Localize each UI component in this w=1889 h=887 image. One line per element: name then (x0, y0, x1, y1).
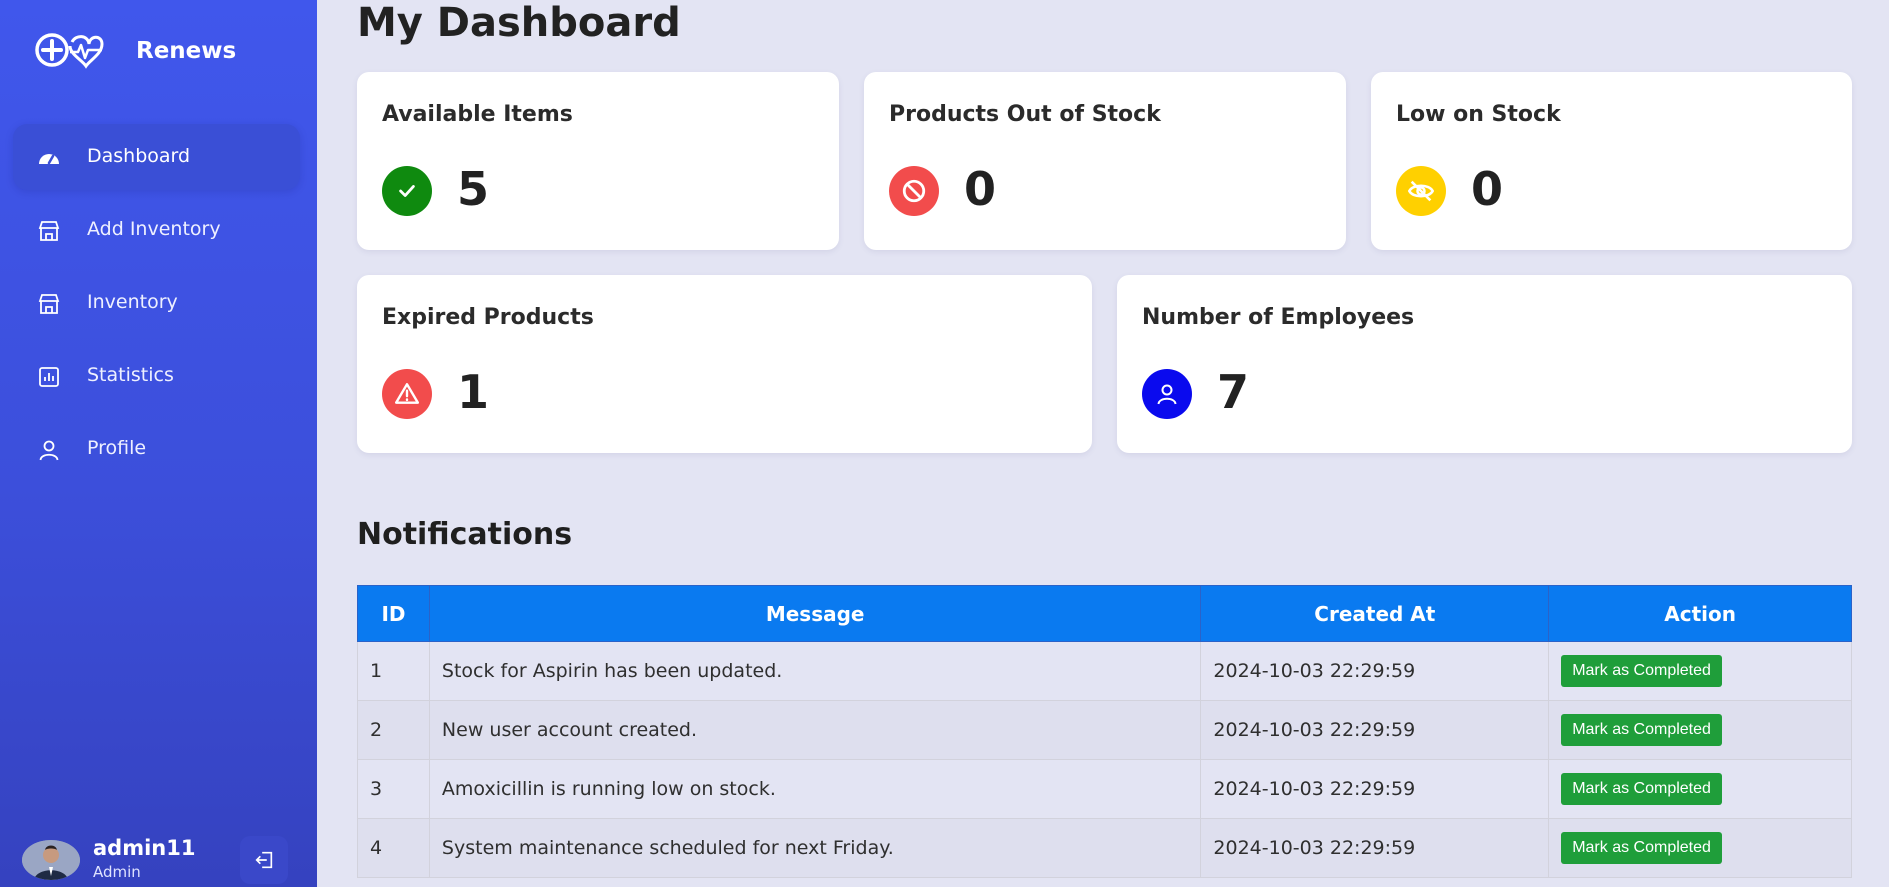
card-value: 7 (1217, 365, 1250, 419)
card-number-of-employees: Number of Employees 7 (1117, 275, 1852, 453)
table-row: 2 New user account created. 2024-10-03 2… (357, 700, 1852, 760)
table-row: 1 Stock for Aspirin has been updated. 20… (357, 641, 1852, 701)
logout-icon (255, 851, 273, 869)
cell-message: System maintenance scheduled for next Fr… (428, 818, 1202, 878)
mark-as-completed-button[interactable]: Mark as Completed (1561, 655, 1722, 687)
card-low-on-stock: Low on Stock 0 (1371, 72, 1852, 250)
card-value: 5 (457, 162, 490, 216)
sidebar-nav: Dashboard Add Inventory Inventory Statis… (13, 124, 300, 489)
sidebar-item-add-inventory[interactable]: Add Inventory (13, 197, 300, 263)
ban-icon (889, 166, 939, 216)
table-row: 4 System maintenance scheduled for next … (357, 818, 1852, 878)
mark-as-completed-button[interactable]: Mark as Completed (1561, 832, 1722, 864)
table-row: 3 Amoxicillin is running low on stock. 2… (357, 759, 1852, 819)
page-title: My Dashboard (357, 0, 681, 46)
sidebar: Renews Dashboard Add Inventory Inventory (0, 0, 317, 887)
sidebar-item-label: Dashboard (87, 145, 191, 167)
avatar[interactable] (22, 840, 80, 880)
cell-created-at: 2024-10-03 22:29:59 (1200, 700, 1550, 760)
card-value: 1 (457, 365, 490, 419)
user-icon (39, 440, 59, 461)
cell-id: 1 (357, 641, 430, 701)
notifications-table: ID Message Created At Action 1 Stock for… (357, 585, 1852, 878)
cell-id: 3 (357, 759, 430, 819)
brand-name: Renews (136, 38, 237, 64)
gauge-icon (39, 154, 59, 165)
sidebar-item-label: Statistics (87, 364, 174, 386)
store-icon (38, 221, 60, 241)
bar-chart-icon (39, 367, 59, 387)
cell-action: Mark as Completed (1548, 641, 1852, 701)
brand[interactable]: Renews (34, 28, 236, 72)
column-header-action[interactable]: Action (1548, 585, 1852, 642)
cell-created-at: 2024-10-03 22:29:59 (1200, 818, 1550, 878)
logout-button[interactable] (240, 836, 288, 884)
card-available-items: Available Items 5 (357, 72, 839, 250)
card-title: Available Items (382, 102, 573, 127)
warning-icon (382, 369, 432, 419)
sidebar-item-label: Add Inventory (87, 218, 221, 240)
table-header-row: ID Message Created At Action (357, 585, 1852, 642)
store-icon (38, 294, 60, 314)
cell-created-at: 2024-10-03 22:29:59 (1200, 759, 1550, 819)
eye-slash-icon (1396, 166, 1446, 216)
cell-action: Mark as Completed (1548, 700, 1852, 760)
card-title: Expired Products (382, 305, 594, 330)
card-value: 0 (1471, 162, 1504, 216)
sidebar-item-profile[interactable]: Profile (13, 416, 300, 482)
cell-created-at: 2024-10-03 22:29:59 (1200, 641, 1550, 701)
card-title: Low on Stock (1396, 102, 1561, 127)
sidebar-item-label: Profile (87, 437, 147, 459)
user-icon (1142, 369, 1192, 419)
cell-action: Mark as Completed (1548, 759, 1852, 819)
user-name: admin11 (93, 836, 196, 860)
cell-message: New user account created. (428, 700, 1202, 760)
column-header-id[interactable]: ID (357, 585, 430, 642)
mark-as-completed-button[interactable]: Mark as Completed (1561, 714, 1722, 746)
cell-id: 2 (357, 700, 430, 760)
sidebar-item-inventory[interactable]: Inventory (13, 270, 300, 336)
sidebar-item-dashboard[interactable]: Dashboard (13, 124, 300, 190)
cell-message: Stock for Aspirin has been updated. (428, 641, 1202, 701)
cell-action: Mark as Completed (1548, 818, 1852, 878)
sidebar-item-statistics[interactable]: Statistics (13, 343, 300, 409)
user-role: Admin (93, 863, 141, 881)
card-title: Number of Employees (1142, 305, 1415, 330)
cell-message: Amoxicillin is running low on stock. (428, 759, 1202, 819)
sidebar-item-label: Inventory (87, 291, 178, 313)
notifications-title: Notifications (357, 517, 573, 552)
heart-pulse-logo-icon (35, 33, 104, 69)
user-profile: admin11 Admin (20, 836, 300, 884)
card-title: Products Out of Stock (889, 102, 1161, 127)
cell-id: 4 (357, 818, 430, 878)
card-value: 0 (964, 162, 997, 216)
check-icon (382, 166, 432, 216)
card-out-of-stock: Products Out of Stock 0 (864, 72, 1346, 250)
card-expired-products: Expired Products 1 (357, 275, 1092, 453)
column-header-created-at[interactable]: Created At (1200, 585, 1550, 642)
mark-as-completed-button[interactable]: Mark as Completed (1561, 773, 1722, 805)
column-header-message[interactable]: Message (428, 585, 1202, 642)
